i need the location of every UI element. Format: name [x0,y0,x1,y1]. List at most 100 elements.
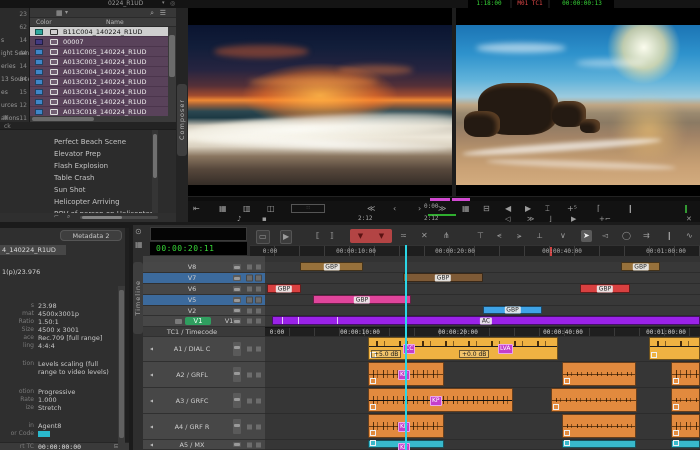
timeline-clip[interactable]: GBP [621,262,660,271]
track-level-slider[interactable] [233,307,241,314]
toolbar-button[interactable]: ⟂ [537,230,542,242]
clip-color-chip[interactable] [35,59,43,65]
source-track-button[interactable]: V1 [185,317,211,325]
toolbar-button[interactable]: ⪪ [497,230,502,242]
marker-badge[interactable]: KP [398,442,410,450]
lock-box[interactable] [255,263,262,271]
track-level-slider[interactable] [233,286,241,292]
lock-box[interactable] [255,371,262,378]
track-header-v2[interactable]: V2 [143,306,265,316]
transport-button[interactable]: ≫ [438,204,446,214]
timeline-fast-menu-icon[interactable]: ⊙ [135,227,142,236]
transport-button[interactable]: ‖ [684,204,688,214]
clip-color-chip[interactable] [35,39,43,45]
metadata-scrollbar[interactable] [118,286,125,450]
bin-row[interactable]: A013C003_140224_R1UD [30,57,168,67]
clip-color-chip[interactable] [35,69,43,75]
transport-button[interactable]: ≫ [527,215,534,223]
lock-box[interactable] [255,296,262,304]
scene-list-item[interactable]: Table Crash [0,172,150,184]
transport-button[interactable]: ⌈ [597,204,600,214]
monitor-box[interactable] [246,371,253,378]
scrollbar-thumb[interactable] [32,117,94,121]
track-header-v7[interactable]: V7 [143,273,265,284]
transport-button[interactable]: ⊟ [483,204,490,214]
track-header-v6[interactable]: V6 [143,284,265,295]
source-patch-box[interactable] [175,318,182,324]
bin-row[interactable]: A013C016_140224_R1UD [30,97,168,107]
track-header-v1[interactable]: V1 V1 [143,316,265,327]
timeline-clip[interactable] [551,388,637,412]
sidebar-bin-item[interactable]: es 15 [0,86,29,99]
scene-scale-slider[interactable] [80,216,158,219]
timeline-clip[interactable] [562,362,636,386]
track-level-slider[interactable] [233,264,241,270]
transport-button[interactable]: +⁵ [567,204,577,214]
toolbar-button[interactable]: ≍ [400,230,407,242]
transport-button[interactable]: ✕ [686,215,692,223]
timeline-tracks-area[interactable]: GBP GBP GBP GBP GBP GBP GBP AC 0:00 00:00:10:00 00… [265,256,700,450]
timeline-clip[interactable]: GBP [313,295,411,304]
lock-box[interactable] [255,397,262,404]
timeline-clip[interactable]: GBP [483,306,542,314]
toolbar-button[interactable]: ❙ [666,230,673,242]
transport-button[interactable]: ▶ [571,215,576,223]
tab-composer[interactable]: Composer [177,84,187,156]
marker-badge[interactable]: LVA [498,344,513,355]
bin-row[interactable]: 00007 [30,37,168,47]
toolbar-button[interactable]: ◅ [602,230,608,242]
timeline-clip[interactable]: GBP [580,284,630,293]
monitor-box[interactable] [246,441,253,448]
toolbar-button[interactable]: ✕ [421,230,428,242]
tab-timeline[interactable]: Timeline [133,262,143,334]
playhead[interactable] [405,245,407,450]
timeline-view-icon[interactable]: ▦ [135,240,143,249]
timeline-ruler[interactable]: 0:00 00:00:10:00 00:00:20:00 00:00:40:00 00:… [250,245,700,256]
clip-color-chip[interactable] [35,79,43,85]
chevron-down-icon[interactable]: ▾ [162,0,165,6]
toolbar-button[interactable]: ▭ [256,230,270,244]
transport-button[interactable]: ≪ [367,204,375,214]
composer-position-bar[interactable] [188,196,700,201]
overwrite-button[interactable]: ▼ [379,232,384,240]
transport-button[interactable]: › [418,204,421,214]
sidebar-bin-item[interactable]: ight Scene 44 [0,47,29,60]
bin-column-headers[interactable]: Color Name [30,18,176,27]
scene-list-item[interactable]: Perfect Beach Scene [0,136,150,148]
view-mode-caret-icon[interactable]: ▾ [65,9,68,16]
splice-in-button[interactable]: ▼ [358,232,363,240]
clip-color-chip[interactable] [35,29,43,35]
find-icon[interactable]: ⌕ [67,213,70,221]
scene-list-item[interactable]: Sun Shot [0,184,150,196]
track-level-slider[interactable] [233,441,241,448]
transport-button[interactable]: ▥ [243,204,251,214]
transport-button[interactable]: ◁ [505,215,510,223]
bin-row[interactable]: A013C014_140224_R1UD [30,87,168,97]
scene-list-item[interactable]: Helicopter Arriving [0,196,150,208]
record-monitor[interactable] [456,8,700,196]
sidebar-bin-item[interactable]: eries 14 [0,60,29,73]
track-level-slider[interactable] [233,393,241,408]
timeline-clip[interactable]: GBP [267,284,301,293]
bin-row[interactable]: A011C005_140224_R1UD [30,47,168,57]
monitor-box[interactable] [246,274,253,282]
transport-button[interactable]: ⌋ [549,215,552,223]
timeline-clip[interactable] [562,414,636,438]
lock-box[interactable] [255,345,262,353]
toolbar-button[interactable]: ⪫ [517,230,522,242]
lock-box[interactable] [255,317,262,325]
monitor-box[interactable] [246,317,253,325]
bins-footer-icon[interactable]: ▣ [3,114,9,121]
bin-row[interactable]: A013C012_140224_R1UD [30,77,168,87]
monitor-box[interactable] [246,397,253,404]
transport-button[interactable]: ∷ [291,204,325,213]
transport-button[interactable]: ◀ [505,204,511,214]
toolbar-button[interactable]: ⊤ [477,230,484,242]
timeline-clip[interactable]: AC [272,316,700,325]
toolbar-button[interactable]: ⟧ [330,230,334,242]
transport-button[interactable]: ◫ [267,204,275,214]
sidebar-bin-item[interactable]: urces 12 [0,99,29,112]
track-header-a2[interactable]: ◂ A2 / GRFL [143,362,265,388]
clip-color-chip[interactable] [35,109,43,115]
transport-button[interactable]: ▶ [525,204,531,214]
